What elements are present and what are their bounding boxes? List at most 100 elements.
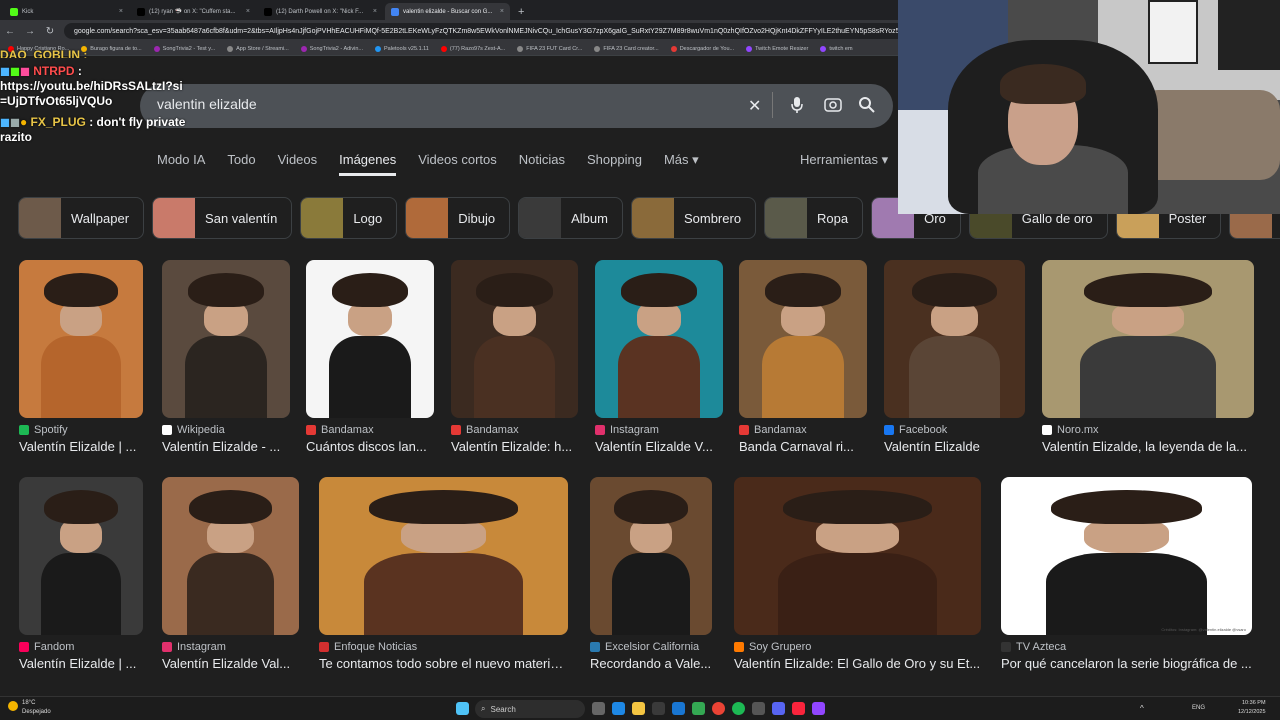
search-icon[interactable] — [858, 96, 876, 119]
result-title[interactable]: Valentín Elizalde Val... — [162, 656, 299, 671]
twitch-icon[interactable] — [812, 702, 825, 715]
image-result[interactable]: Fandom Valentín Elizalde | ... — [19, 477, 143, 671]
result-thumbnail[interactable] — [739, 260, 867, 418]
search-tab[interactable]: Modo IA — [157, 152, 205, 176]
settings-icon[interactable] — [692, 702, 705, 715]
result-thumbnail[interactable] — [451, 260, 578, 418]
result-title[interactable]: Valentín Elizalde: h... — [451, 439, 578, 454]
close-tab-icon[interactable]: × — [246, 8, 250, 15]
bookmark-item[interactable]: Descargador de You... — [670, 45, 734, 52]
tray-chevron-icon[interactable]: ^ — [1140, 704, 1144, 713]
reload-icon[interactable]: ↻ — [44, 26, 56, 37]
image-result[interactable]: Bandamax Cuántos discos lan... — [306, 260, 434, 454]
result-title[interactable]: Recordando a Vale... — [590, 656, 712, 671]
store-icon[interactable] — [652, 702, 665, 715]
mail-icon[interactable] — [672, 702, 685, 715]
image-result[interactable]: Créditos: Instagram: @valentin.elizalde … — [1001, 477, 1252, 671]
image-result[interactable]: Noro.mx Valentín Elizalde, la leyenda de … — [1042, 260, 1254, 454]
browser-tab[interactable]: Kick × — [4, 3, 129, 20]
language-indicator[interactable]: ENG — [1192, 705, 1205, 711]
image-result[interactable]: Bandamax Valentín Elizalde: h... — [451, 260, 578, 454]
taskview-icon[interactable] — [592, 702, 605, 715]
browser-tab[interactable]: valentin elizalde - Buscar con G... × — [385, 3, 510, 20]
image-result[interactable]: Bandamax Banda Carnaval ri... — [739, 260, 867, 454]
image-result[interactable]: Soy Grupero Valentín Elizalde: El Gallo d… — [734, 477, 981, 671]
browser-tab[interactable]: (12) ryan 🦈 on X: "Cuffem sta... × — [131, 3, 256, 20]
clock-time[interactable]: 10:36 PM — [1242, 700, 1266, 706]
bookmark-item[interactable]: FIFA 23 FUT Card Cr... — [517, 45, 582, 52]
bookmark-item[interactable]: Twitch Emote Resizer — [746, 45, 808, 52]
search-tab[interactable]: Noticias — [519, 152, 565, 176]
tools-button[interactable]: Herramientas ▾ — [800, 152, 888, 168]
app-icon[interactable] — [752, 702, 765, 715]
result-thumbnail[interactable] — [1042, 260, 1254, 418]
result-thumbnail[interactable] — [19, 477, 143, 635]
bookmark-item[interactable]: Paletools v25.1.11 — [375, 45, 429, 52]
result-thumbnail[interactable] — [590, 477, 712, 635]
edge-icon[interactable] — [612, 702, 625, 715]
result-thumbnail[interactable] — [306, 260, 434, 418]
spotify-icon[interactable] — [732, 702, 745, 715]
bookmark-item[interactable]: twitch em — [820, 45, 853, 52]
result-title[interactable]: Valentín Elizalde - ... — [162, 439, 290, 454]
filter-chip[interactable]: Ropa — [764, 197, 864, 239]
result-title[interactable]: Cuántos discos lan... — [306, 439, 434, 454]
image-result[interactable]: Spotify Valentín Elizalde | ... — [19, 260, 143, 454]
result-title[interactable]: Valentín Elizalde | ... — [19, 656, 143, 671]
browser-tab[interactable]: (12) Darth Powell on X: "Nick F... × — [258, 3, 383, 20]
result-title[interactable]: Valentín Elizalde, la leyenda de la... — [1042, 439, 1254, 454]
image-result[interactable]: Excelsior California Recordando a Vale... — [590, 477, 712, 671]
result-title[interactable]: Valentín Elizalde — [884, 439, 1025, 454]
search-tab[interactable]: Más ▾ — [664, 152, 699, 176]
bookmark-item[interactable]: (77) Razo97s Zest-A... — [440, 45, 505, 52]
result-title[interactable]: Banda Carnaval ri... — [739, 439, 867, 454]
search-tab[interactable]: Shopping — [587, 152, 642, 176]
bookmark-item[interactable]: SongTrivia2 - Adivin... — [300, 45, 363, 52]
file-explorer-icon[interactable] — [632, 702, 645, 715]
bookmark-item[interactable]: App Store / Streami... — [227, 45, 289, 52]
image-result[interactable]: Instagram Valentín Elizalde Val... — [162, 477, 299, 671]
filter-chip[interactable]: San valentín — [152, 197, 293, 239]
result-title[interactable]: Valentín Elizalde | ... — [19, 439, 143, 454]
filter-chip[interactable]: Logo — [300, 197, 398, 239]
result-thumbnail[interactable] — [162, 260, 290, 418]
microphone-icon[interactable] — [790, 96, 804, 119]
image-result[interactable]: Instagram Valentín Elizalde V... — [595, 260, 723, 454]
close-tab-icon[interactable]: × — [119, 8, 123, 15]
search-tab[interactable]: Todo — [227, 152, 255, 176]
result-thumbnail[interactable] — [162, 477, 299, 635]
close-tab-icon[interactable]: × — [500, 8, 504, 15]
result-title[interactable]: Te contamos todo sobre el nuevo materia.… — [319, 656, 568, 671]
chrome-icon[interactable] — [712, 702, 725, 715]
result-thumbnail[interactable] — [884, 260, 1025, 418]
filter-chip[interactable]: Album — [518, 197, 623, 239]
result-thumbnail[interactable] — [595, 260, 723, 418]
clock-date[interactable]: 12/12/2025 — [1238, 709, 1266, 715]
windows-start-icon[interactable] — [456, 702, 469, 715]
filter-chip[interactable]: Wallpaper — [18, 197, 145, 239]
result-thumbnail[interactable] — [319, 477, 568, 635]
forward-icon[interactable]: → — [24, 26, 36, 37]
image-result[interactable]: Wikipedia Valentín Elizalde - ... — [162, 260, 290, 454]
search-tab[interactable]: Imágenes — [339, 152, 397, 176]
search-tab[interactable]: Videos cortos — [418, 152, 497, 176]
back-icon[interactable]: ← — [4, 26, 16, 37]
result-thumbnail[interactable] — [19, 260, 143, 418]
taskbar-search[interactable]: ⌕ Search — [475, 700, 585, 718]
search-tab[interactable]: Videos — [278, 152, 318, 176]
image-result[interactable]: Enfoque Noticias Te contamos todo sobre e… — [319, 477, 568, 671]
image-result[interactable]: Facebook Valentín Elizalde — [884, 260, 1025, 454]
bookmark-item[interactable]: FIFA 23 Card creator... — [594, 45, 659, 52]
filter-chip[interactable]: Sombrero — [630, 197, 757, 239]
music-icon[interactable] — [792, 702, 805, 715]
close-tab-icon[interactable]: × — [373, 8, 377, 15]
result-thumbnail[interactable]: Créditos: Instagram: @valentin.elizalde … — [1001, 477, 1252, 635]
clear-icon[interactable]: ✕ — [748, 96, 761, 116]
new-tab-button[interactable]: + — [512, 6, 530, 20]
discord-icon[interactable] — [772, 702, 785, 715]
lens-icon[interactable] — [824, 96, 842, 119]
filter-chip[interactable]: Dibujo — [405, 197, 511, 239]
result-title[interactable]: Valentín Elizalde V... — [595, 439, 723, 454]
result-thumbnail[interactable] — [734, 477, 981, 635]
result-title[interactable]: Por qué cancelaron la serie biográfica d… — [1001, 656, 1252, 671]
